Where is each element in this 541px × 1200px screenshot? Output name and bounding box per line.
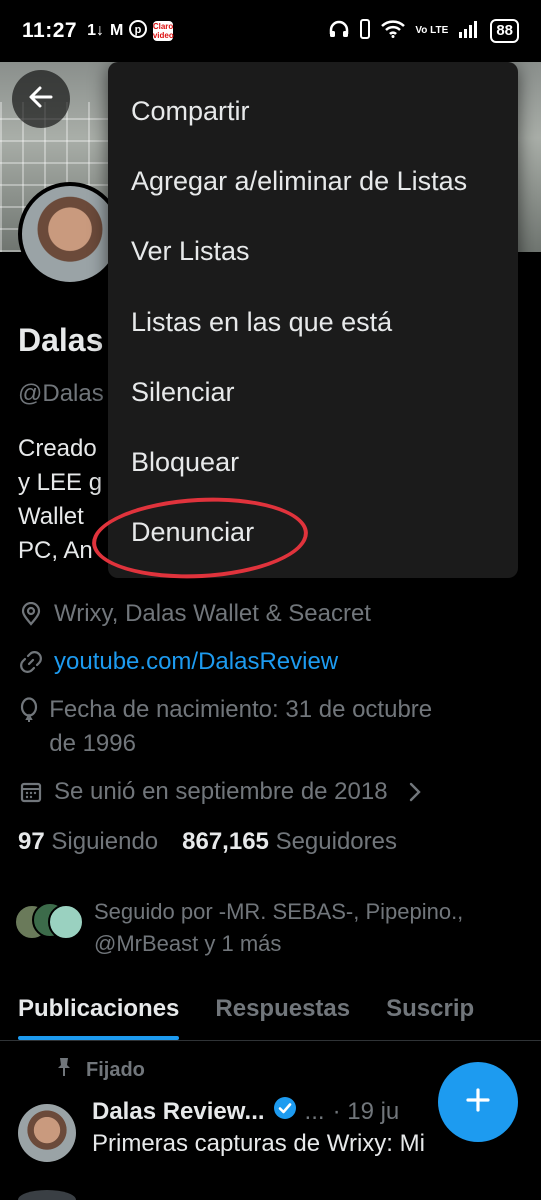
status-time: 11:27: [22, 19, 78, 42]
notification-icons: 1↓ M p Claro video: [87, 19, 174, 43]
mutual-avatar: [48, 904, 84, 940]
profile-handle: @Dalas: [18, 380, 104, 407]
following-stat[interactable]: 97 Siguiendo: [18, 828, 158, 856]
post-header: Dalas Review... ... · 19 ju: [92, 1096, 399, 1127]
post-author[interactable]: Dalas Review...: [92, 1098, 265, 1126]
compose-button[interactable]: [438, 1062, 518, 1142]
claro-video-icon: Claro video: [152, 21, 174, 41]
menu-item-listas-en-las-que-esta[interactable]: Listas en las que está: [108, 287, 518, 357]
post-more-text: ...: [304, 1097, 325, 1125]
post-date: · 19 ju: [332, 1097, 400, 1125]
vibrate-icon: [359, 18, 371, 44]
followed-by-text: Seguido por -MR. SEBAS-, Pipepino., @MrB…: [94, 899, 464, 956]
profile-name: Dalas: [18, 322, 104, 358]
tab-publicaciones[interactable]: Publicaciones: [18, 985, 180, 1040]
menu-item-compartir[interactable]: Compartir: [108, 76, 518, 146]
back-button[interactable]: [12, 70, 70, 128]
profile-avatar[interactable]: [18, 182, 122, 286]
following-label: Siguiendo: [51, 828, 159, 855]
location-text: Wrixy, Dalas Wallet & Seacret: [54, 600, 371, 627]
birthday-row: Fecha de nacimiento: 31 de octubre de 19…: [18, 693, 438, 761]
svg-text:p: p: [135, 24, 142, 36]
menu-item-bloquear[interactable]: Bloquear: [108, 427, 518, 497]
post-text[interactable]: Primeras capturas de Wrixy: Mi: [92, 1130, 425, 1158]
tab-respuestas[interactable]: Respuestas: [215, 985, 350, 1040]
data-arrows-icon: 1↓: [87, 22, 104, 39]
following-count: 97: [18, 828, 45, 855]
tab-suscripciones[interactable]: Suscrip: [386, 985, 474, 1040]
location-row: Wrixy, Dalas Wallet & Seacret: [18, 597, 371, 631]
signal-icon: [458, 20, 480, 43]
wifi-icon: [381, 19, 406, 43]
followers-stat[interactable]: 867,165 Seguidores: [182, 828, 397, 856]
plus-icon: [463, 1085, 493, 1120]
menu-item-agregar-listas[interactable]: Agregar a/eliminar de Listas: [108, 146, 518, 216]
pin-icon: [56, 1056, 72, 1084]
chevron-right-icon[interactable]: [408, 775, 422, 819]
pinterest-icon: p: [129, 19, 148, 43]
system-icons: Vo LTE 88: [329, 18, 519, 44]
menu-item-silenciar[interactable]: Silenciar: [108, 357, 518, 427]
balloon-icon: [18, 693, 39, 727]
status-bar: 11:27 1↓ M p Claro video Vo LTE 88: [0, 0, 541, 62]
followed-by-avatars: [14, 902, 86, 944]
battery-icon: 88: [490, 19, 519, 43]
follow-stats: 97 Siguiendo 867,165 Seguidores: [18, 828, 397, 856]
arrow-left-icon: [27, 83, 55, 116]
pinned-indicator: Fijado: [56, 1056, 145, 1084]
link-icon: [18, 645, 44, 679]
followed-by-row[interactable]: Seguido por -MR. SEBAS-, Pipepino., @MrB…: [14, 896, 514, 960]
verified-badge-icon: [273, 1096, 297, 1127]
location-pin-icon: [18, 597, 44, 631]
joined-row[interactable]: Se unió en septiembre de 2018: [18, 775, 422, 819]
website-row[interactable]: youtube.com/DalasReview: [18, 645, 338, 679]
website-link[interactable]: youtube.com/DalasReview: [54, 645, 338, 679]
birthday-text: Fecha de nacimiento: 31 de octubre de 19…: [49, 696, 433, 757]
menu-item-ver-listas[interactable]: Ver Listas: [108, 217, 518, 287]
volte-icon: Vo LTE: [415, 25, 449, 36]
gmail-icon: M: [109, 22, 124, 39]
joined-text: Se unió en septiembre de 2018: [54, 778, 388, 805]
next-post-avatar: [18, 1190, 76, 1200]
followers-label: Seguidores: [275, 828, 397, 855]
profile-tabs: Publicaciones Respuestas Suscrip: [0, 985, 541, 1041]
calendar-icon: [18, 775, 44, 809]
pinned-label: Fijado: [86, 1058, 145, 1081]
headphones-icon: [329, 20, 349, 43]
post-avatar[interactable]: [18, 1104, 76, 1162]
followers-count: 867,165: [182, 828, 269, 855]
